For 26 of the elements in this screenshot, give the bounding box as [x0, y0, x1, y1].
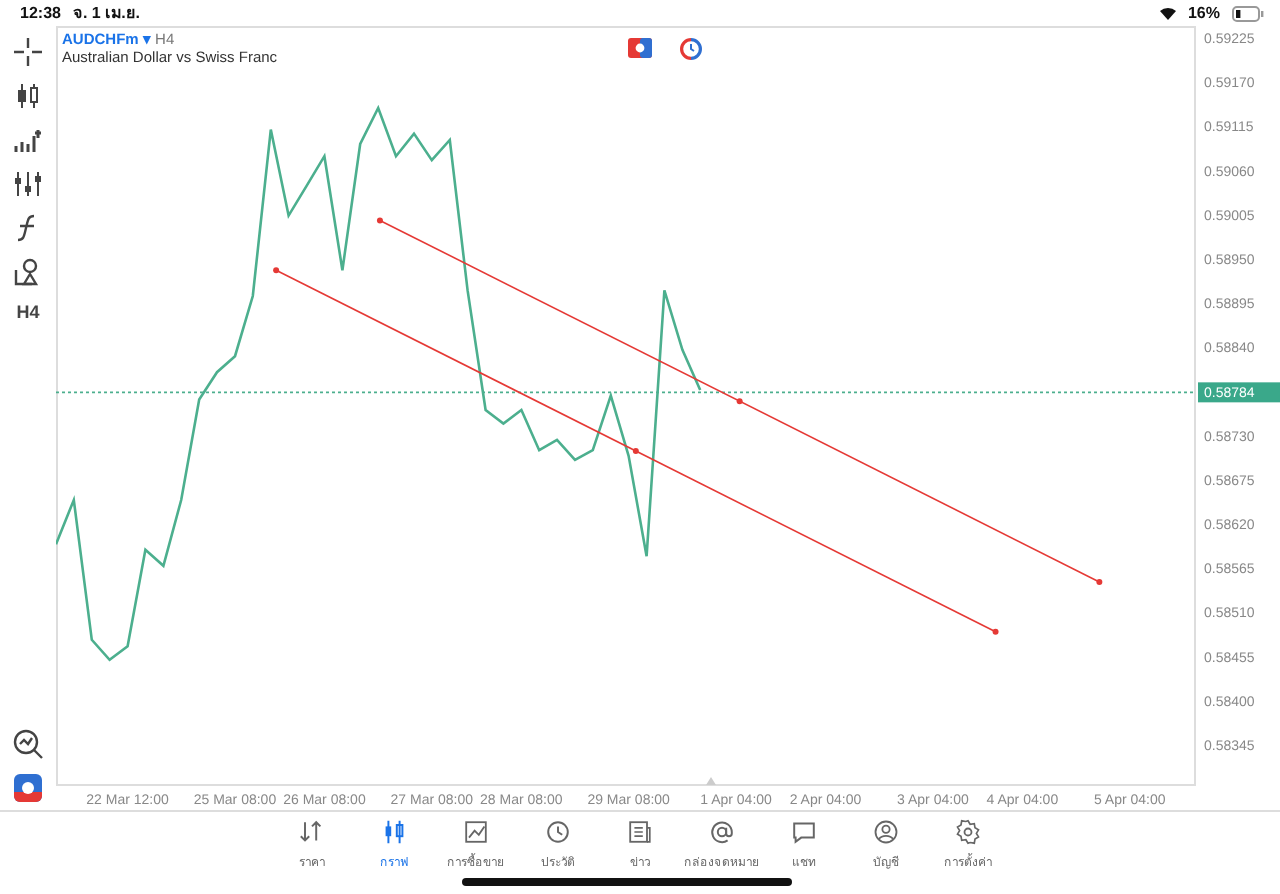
chart-zoom-icon[interactable]	[12, 728, 44, 760]
candlestick-icon	[380, 818, 408, 846]
shapes-icon[interactable]	[12, 256, 44, 288]
scroll-marker-icon[interactable]	[706, 777, 716, 785]
app-logo-icon[interactable]	[12, 772, 44, 804]
battery-icon	[1232, 5, 1264, 21]
chat-bubble-icon	[790, 818, 818, 846]
user-icon	[872, 818, 900, 846]
crosshair-icon[interactable]	[12, 36, 44, 68]
status-time: 12:38	[20, 4, 61, 22]
newspaper-icon	[626, 818, 654, 846]
timeframe-button[interactable]: H4	[16, 302, 40, 322]
wifi-icon	[1159, 6, 1176, 20]
at-sign-icon	[708, 818, 736, 846]
trade-icon[interactable]	[628, 38, 652, 58]
arrows-icon	[298, 818, 326, 846]
status-date: จ. 1 เม.ย.	[72, 2, 141, 26]
clock-icon[interactable]	[680, 38, 702, 60]
indicators-icon[interactable]	[12, 124, 44, 156]
current-price-badge	[1198, 382, 1280, 403]
sliders-icon[interactable]	[12, 168, 44, 200]
gear-icon	[954, 818, 982, 846]
candlestick-icon[interactable]	[12, 80, 44, 112]
battery-percent: 16%	[1187, 4, 1220, 22]
line-chart-icon	[462, 818, 490, 846]
clock-icon	[544, 818, 572, 846]
